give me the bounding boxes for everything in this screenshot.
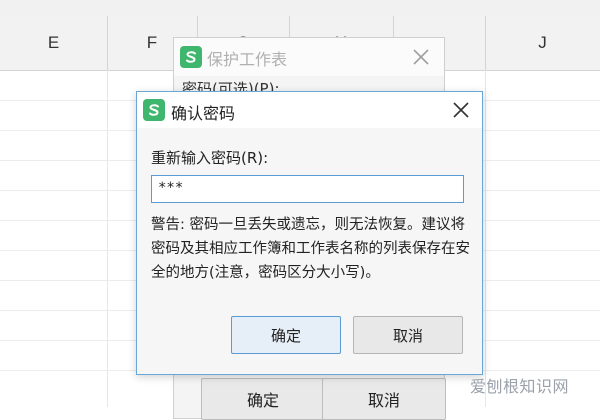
grid-line <box>485 70 486 407</box>
protect-sheet-titlebar: 保护工作表 <box>174 38 444 76</box>
protect-ok-button[interactable]: 确定 <box>201 378 325 420</box>
reenter-password-label: 重新输入密码(R): <box>151 149 269 167</box>
grid-line <box>107 70 108 407</box>
cancel-button[interactable]: 取消 <box>353 316 463 354</box>
watermark: 爱刨根知识网 <box>470 377 570 396</box>
ok-button[interactable]: 确定 <box>231 316 341 354</box>
wps-logo-icon <box>143 99 165 121</box>
warning-text: 警告: 密码一旦丢失或遗忘，则无法恢复。建议将密码及其相应工作簿和工作表名称的列… <box>151 217 470 281</box>
protect-cancel-button[interactable]: 取消 <box>322 378 446 420</box>
close-icon[interactable] <box>448 97 474 123</box>
password-input[interactable]: *** <box>151 175 464 203</box>
dialog-title: 确认密码 <box>171 104 236 123</box>
column-header-e[interactable]: E <box>0 16 108 70</box>
confirm-password-titlebar: 确认密码 <box>137 92 482 128</box>
close-icon[interactable] <box>408 44 434 70</box>
wps-logo-icon <box>180 46 202 68</box>
confirm-password-dialog: 确认密码 重新输入密码(R): *** 警告: 密码一旦丢失或遗忘，则无法恢复。… <box>136 91 483 375</box>
protect-sheet-title: 保护工作表 <box>207 50 288 69</box>
column-header-j[interactable]: J <box>485 16 600 70</box>
toolbar-strip <box>0 0 600 17</box>
